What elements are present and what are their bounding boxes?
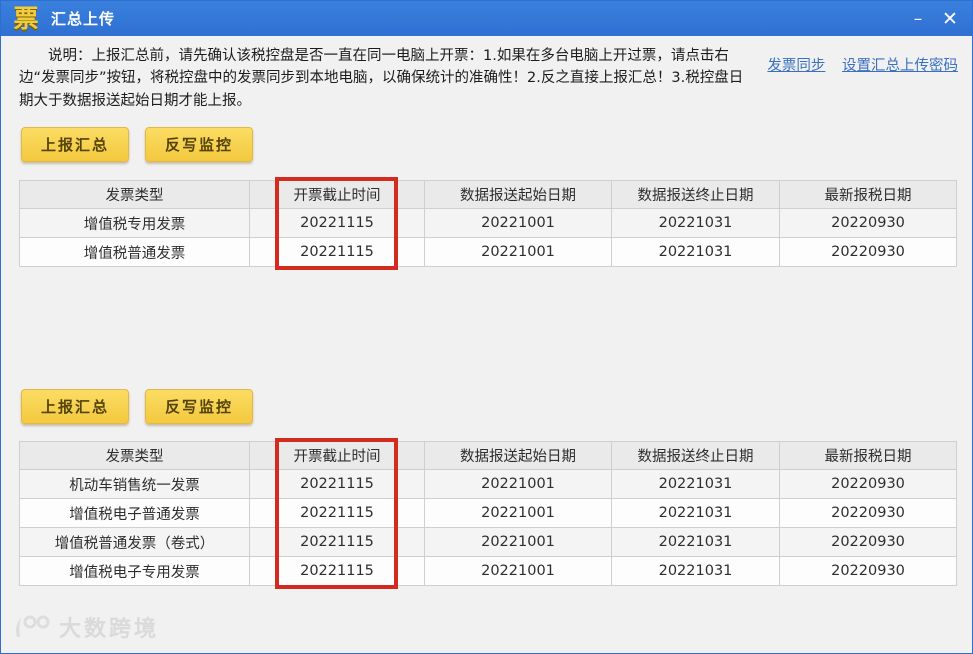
invoice-type-cell: 机动车销售统一发票 xyxy=(20,470,250,499)
column-header: 数据报送终止日期 xyxy=(612,181,780,209)
invoice-type-cell: 增值税普通发票（卷式） xyxy=(20,528,250,557)
writeback-monitor-button-2[interactable]: 反写监控 xyxy=(145,389,253,424)
column-header: 最新报税日期 xyxy=(780,181,957,209)
column-header: 开票截止时间 xyxy=(250,442,425,470)
title-bar: 票 汇总上传 – ✕ xyxy=(1,1,972,36)
date-cell: 20221001 xyxy=(425,238,612,267)
date-cell: 20221001 xyxy=(425,470,612,499)
minimize-button[interactable]: – xyxy=(902,1,934,36)
invoice-table-1: 发票类型开票截止时间数据报送起始日期数据报送终止日期最新报税日期 增值税专用发票… xyxy=(19,180,957,267)
date-cell: 20221031 xyxy=(612,528,780,557)
invoice-app-icon: 票 xyxy=(11,5,41,32)
date-cell: 20221115 xyxy=(250,557,425,586)
date-cell: 20220930 xyxy=(780,528,957,557)
table-row: 增值税专用发票20221115202210012022103120220930 xyxy=(20,209,957,238)
invoice-type-cell: 增值税普通发票 xyxy=(20,238,250,267)
column-header: 发票类型 xyxy=(20,181,250,209)
date-cell: 20221031 xyxy=(612,238,780,267)
watermark-logo-icon xyxy=(11,613,53,641)
column-header: 数据报送终止日期 xyxy=(612,442,780,470)
column-header: 数据报送起始日期 xyxy=(425,181,612,209)
invoice-sync-link[interactable]: 发票同步 xyxy=(767,58,825,74)
report-summary-button-2[interactable]: 上报汇总 xyxy=(21,389,129,424)
invoice-type-cell: 增值税电子专用发票 xyxy=(20,557,250,586)
column-header: 开票截止时间 xyxy=(250,181,425,209)
close-button[interactable]: ✕ xyxy=(934,1,966,36)
column-header: 最新报税日期 xyxy=(780,442,957,470)
invoice-type-cell: 增值税专用发票 xyxy=(20,209,250,238)
report-summary-button-1[interactable]: 上报汇总 xyxy=(21,127,129,162)
date-cell: 20221031 xyxy=(612,470,780,499)
watermark-text: 大数跨境 xyxy=(59,611,159,643)
button-row-2: 上报汇总 反写监控 xyxy=(1,389,972,424)
date-cell: 20221031 xyxy=(612,557,780,586)
date-cell: 20220930 xyxy=(780,557,957,586)
column-header: 发票类型 xyxy=(20,442,250,470)
top-links: 发票同步 设置汇总上传密码 xyxy=(755,45,958,112)
header-row: 发票类型开票截止时间数据报送起始日期数据报送终止日期最新报税日期 xyxy=(20,442,957,470)
table-row: 增值税普通发票（卷式）20221115202210012022103120220… xyxy=(20,528,957,557)
date-cell: 20221031 xyxy=(612,499,780,528)
invoice-type-cell: 增值税电子普通发票 xyxy=(20,499,250,528)
invoice-table-2-wrap: 发票类型开票截止时间数据报送起始日期数据报送终止日期最新报税日期 机动车销售统一… xyxy=(19,441,956,586)
set-upload-password-link[interactable]: 设置汇总上传密码 xyxy=(842,58,958,74)
invoice-table-1-wrap: 发票类型开票截止时间数据报送起始日期数据报送终止日期最新报税日期 增值税专用发票… xyxy=(19,180,956,267)
instructions-text: 说明：上报汇总前，请先确认该税控盘是否一直在同一电脑上开票：1.如果在多台电脑上… xyxy=(19,45,755,112)
date-cell: 20220930 xyxy=(780,499,957,528)
table-row: 增值税普通发票20221115202210012022103120220930 xyxy=(20,238,957,267)
app-window: 票 汇总上传 – ✕ 说明：上报汇总前，请先确认该税控盘是否一直在同一电脑上开票… xyxy=(0,0,973,654)
date-cell: 20221031 xyxy=(612,209,780,238)
header-row: 发票类型开票截止时间数据报送起始日期数据报送终止日期最新报税日期 xyxy=(20,181,957,209)
button-row-1: 上报汇总 反写监控 xyxy=(1,127,972,162)
date-cell: 20221115 xyxy=(250,470,425,499)
date-cell: 20221001 xyxy=(425,528,612,557)
column-header: 数据报送起始日期 xyxy=(425,442,612,470)
invoice-table-2: 发票类型开票截止时间数据报送起始日期数据报送终止日期最新报税日期 机动车销售统一… xyxy=(19,441,957,586)
table-row: 增值税电子普通发票2022111520221001202210312022093… xyxy=(20,499,957,528)
table-row: 机动车销售统一发票2022111520221001202210312022093… xyxy=(20,470,957,499)
window-title: 汇总上传 xyxy=(51,8,115,29)
date-cell: 20220930 xyxy=(780,209,957,238)
date-cell: 20221115 xyxy=(250,528,425,557)
date-cell: 20221115 xyxy=(250,238,425,267)
date-cell: 20220930 xyxy=(780,470,957,499)
table-row: 增值税电子专用发票2022111520221001202210312022093… xyxy=(20,557,957,586)
watermark: 大数跨境 xyxy=(11,611,159,643)
info-row: 说明：上报汇总前，请先确认该税控盘是否一直在同一电脑上开票：1.如果在多台电脑上… xyxy=(1,36,972,112)
date-cell: 20221001 xyxy=(425,557,612,586)
date-cell: 20221115 xyxy=(250,209,425,238)
date-cell: 20221115 xyxy=(250,499,425,528)
date-cell: 20221001 xyxy=(425,499,612,528)
writeback-monitor-button-1[interactable]: 反写监控 xyxy=(145,127,253,162)
date-cell: 20220930 xyxy=(780,238,957,267)
date-cell: 20221001 xyxy=(425,209,612,238)
